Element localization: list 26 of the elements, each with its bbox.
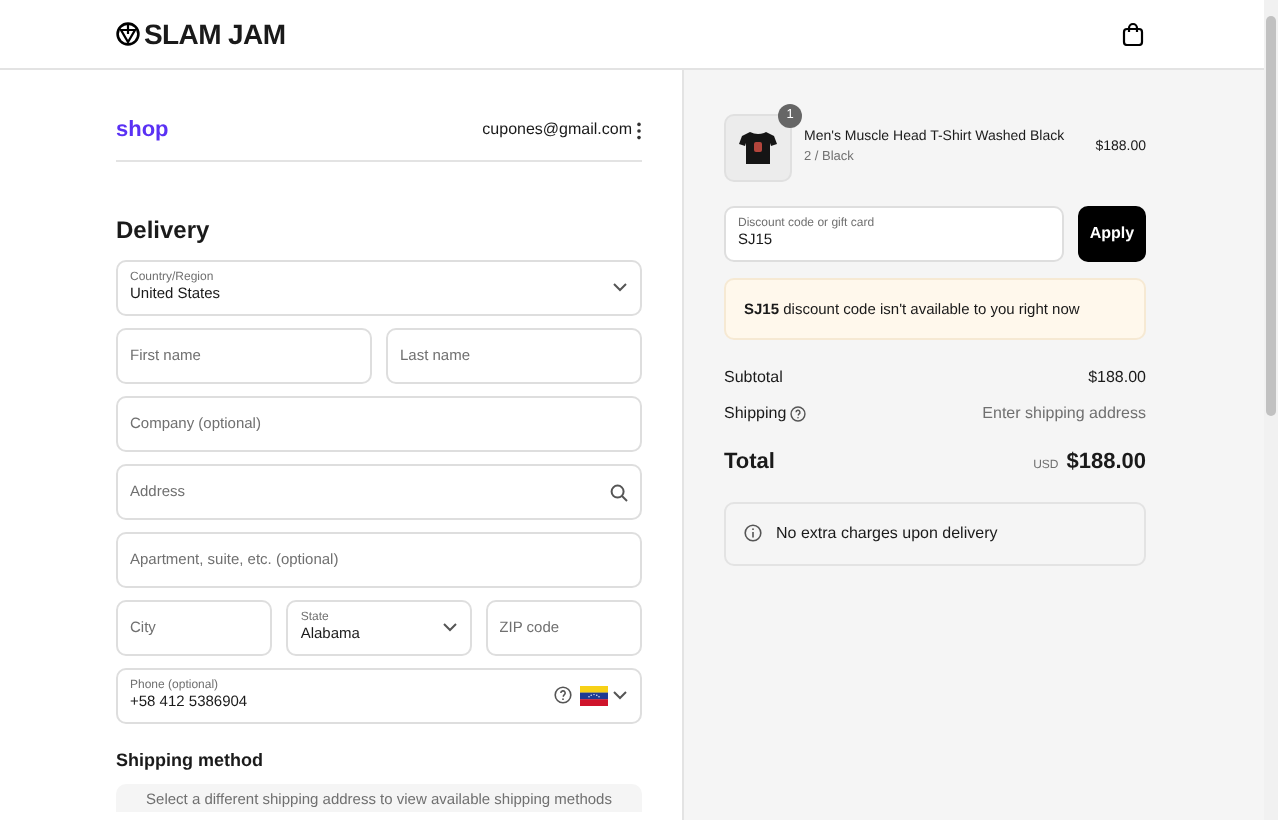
summary-value: $188.00 xyxy=(1088,366,1146,391)
info-icon xyxy=(744,524,762,543)
more-icon[interactable] xyxy=(636,121,642,140)
info-text: No extra charges upon delivery xyxy=(776,521,998,546)
shopping-bag-icon[interactable] xyxy=(1122,22,1144,46)
search-icon xyxy=(610,483,628,501)
logo-text[interactable]: SLAM JAM xyxy=(144,20,286,48)
logo-icon xyxy=(116,22,140,46)
total-label: Total xyxy=(724,448,775,479)
help-icon[interactable] xyxy=(790,406,807,423)
apply-button[interactable]: Apply xyxy=(1078,206,1146,262)
caret-icon xyxy=(612,282,628,292)
shop-logo-text[interactable]: shop xyxy=(116,114,169,147)
t-shirt-icon xyxy=(738,130,778,166)
section-heading: Delivery xyxy=(116,213,212,247)
caret-icon xyxy=(441,622,458,632)
section-heading: Shipping method xyxy=(116,747,265,774)
caret-icon xyxy=(612,690,628,700)
total-amount: $188.00 xyxy=(1066,450,1146,475)
help-icon[interactable] xyxy=(554,686,572,704)
summary-value: Enter shipping address xyxy=(982,402,1146,427)
summary-label: Subtotal xyxy=(724,366,783,391)
scrollbar[interactable] xyxy=(1264,0,1278,820)
summary-label: Shipping xyxy=(724,402,787,427)
account-email: cupones@gmail.com xyxy=(482,118,632,143)
flag-icon xyxy=(580,685,608,705)
